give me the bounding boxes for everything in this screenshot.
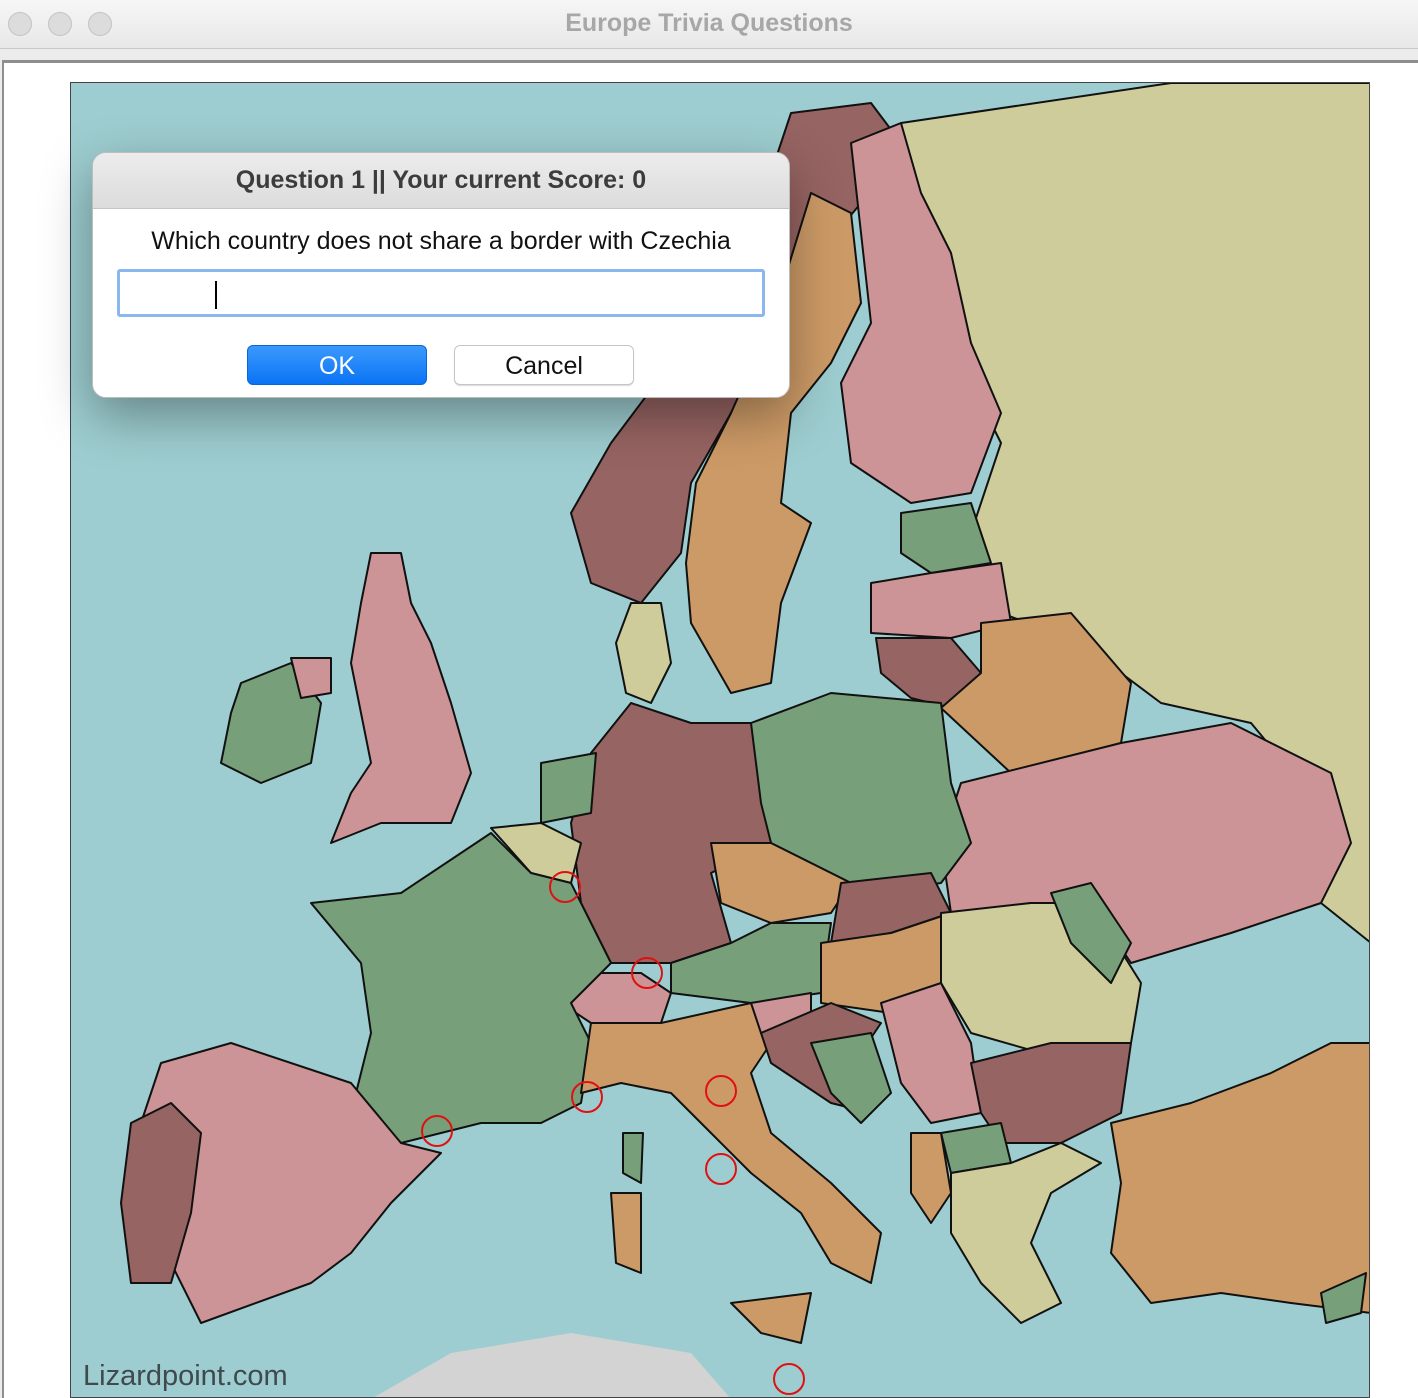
marker-vatican[interactable] — [705, 1153, 737, 1185]
country-united-kingdom[interactable] — [330, 552, 472, 844]
country-netherlands[interactable] — [540, 752, 597, 824]
map-credit: Lizardpoint.com — [83, 1360, 288, 1392]
country-italy-sardinia[interactable] — [610, 1192, 642, 1274]
cancel-button[interactable]: Cancel — [454, 345, 634, 385]
window-titlebar: Europe Trivia Questions — [0, 0, 1418, 49]
dialog-body: Which country does not share a border wi… — [93, 209, 789, 397]
window-title: Europe Trivia Questions — [565, 9, 853, 37]
question-dialog: Question 1 || Your current Score: 0 Whic… — [92, 152, 790, 398]
marker-malta[interactable] — [773, 1363, 805, 1395]
country-greece[interactable] — [950, 1142, 1102, 1324]
dialog-title: Question 1 || Your current Score: 0 — [93, 153, 789, 209]
country-france-corsica[interactable] — [622, 1132, 644, 1184]
country-italy-sicily[interactable] — [730, 1292, 812, 1344]
text-caret — [215, 281, 217, 309]
ok-button[interactable]: OK — [247, 345, 427, 385]
country-denmark[interactable] — [615, 602, 672, 704]
country-turkey[interactable] — [1110, 1042, 1370, 1314]
question-text: Which country does not share a border wi… — [151, 227, 731, 255]
north-africa-land — [374, 1333, 730, 1397]
country-germany[interactable] — [570, 702, 772, 964]
